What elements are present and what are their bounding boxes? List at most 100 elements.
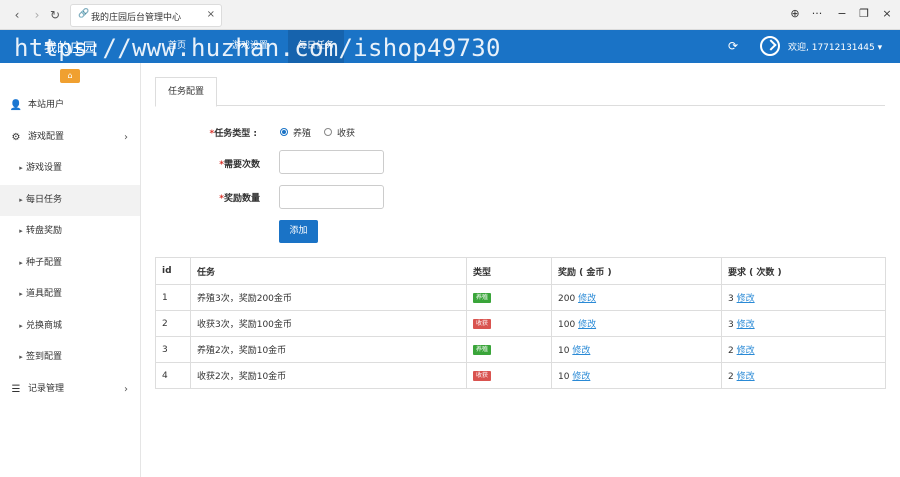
link-icon: 🔗 bbox=[78, 9, 90, 19]
sidebar-item-0[interactable]: 👤 本站用户 bbox=[0, 90, 140, 121]
sidebar: ⌂ 👤 本站用户 ⚙ 游戏配置 › ▸ 游戏设置 ▸ 每日任务 ▸ 转盘奖励 ▸ 种子配置 ▸ 道具配置 ▸ 兑… bbox=[0, 63, 141, 477]
sidebar-item-2[interactable]: ▸ 游戏设置 bbox=[0, 153, 140, 184]
radio-harvest-label: 收获 bbox=[337, 129, 356, 139]
table-header-row: id 任务 类型 奖励 ( 金币 ) 要求 ( 次数 ) bbox=[155, 257, 886, 285]
sidebar-item-label: 道具配置 bbox=[26, 289, 63, 299]
sidebar-item-4[interactable]: ▸ 转盘奖励 bbox=[0, 216, 140, 247]
radio-breed[interactable] bbox=[280, 128, 288, 136]
type-badge: 养殖 bbox=[473, 345, 492, 355]
edit-require-link[interactable]: 修改 bbox=[737, 346, 755, 356]
restore-icon[interactable]: ❐ bbox=[857, 7, 871, 20]
sidebar-item-3[interactable]: ▸ 每日任务 bbox=[0, 184, 140, 216]
globe-icon[interactable]: ⊕ bbox=[788, 7, 802, 20]
cell-require: 2 修改 bbox=[721, 362, 886, 389]
require-value: 3 bbox=[728, 294, 734, 304]
reload-icon[interactable]: ↻ bbox=[48, 7, 62, 23]
add-button[interactable]: 添加 bbox=[279, 220, 318, 243]
nav-daily-tasks[interactable]: 每日任务 bbox=[288, 30, 345, 63]
close-window-icon[interactable]: × bbox=[880, 7, 894, 20]
cell-require: 3 修改 bbox=[721, 284, 886, 311]
chevron-right-icon: › bbox=[124, 131, 128, 143]
cell-id: 3 bbox=[155, 336, 191, 363]
tab-bar: 任务配置 bbox=[155, 76, 885, 107]
back-icon[interactable]: ‹ bbox=[10, 7, 24, 23]
sidebar-item-label: 种子配置 bbox=[26, 257, 63, 268]
col-id: id bbox=[155, 257, 191, 285]
edit-reward-link[interactable]: 修改 bbox=[578, 294, 596, 304]
col-type: 类型 bbox=[466, 257, 552, 285]
reward-value: 10 bbox=[558, 346, 570, 356]
nav-game-settings[interactable]: 游戏设置 bbox=[222, 30, 278, 63]
cell-reward: 10 修改 bbox=[551, 362, 722, 389]
col-require: 要求 ( 次数 ) bbox=[721, 257, 886, 285]
edit-reward-link[interactable]: 修改 bbox=[578, 320, 596, 330]
require-value: 3 bbox=[728, 320, 734, 330]
sidebar-item-8[interactable]: ▸ 签到配置 bbox=[0, 342, 140, 373]
task-table: id 任务 类型 奖励 ( 金币 ) 要求 ( 次数 ) 1 养殖3次，奖励200… bbox=[155, 257, 886, 389]
forward-icon[interactable]: › bbox=[30, 7, 44, 23]
col-reward: 奖励 ( 金币 ) bbox=[551, 257, 722, 285]
require-value: 2 bbox=[728, 372, 734, 382]
col-task: 任务 bbox=[190, 257, 467, 285]
reward-amount-label: *奖励数量 bbox=[219, 194, 260, 204]
cell-type: 养殖 bbox=[466, 284, 552, 311]
edit-reward-link[interactable]: 修改 bbox=[572, 372, 590, 382]
cell-task: 收获3次，奖励100金币 bbox=[190, 310, 467, 337]
cell-require: 3 修改 bbox=[721, 310, 886, 337]
table-row: 2 收获3次，奖励100金币 收获 100 修改 3 修改 bbox=[155, 310, 886, 337]
edit-require-link[interactable]: 修改 bbox=[737, 320, 755, 330]
cell-reward: 100 修改 bbox=[551, 310, 722, 337]
reward-value: 10 bbox=[558, 372, 570, 382]
cell-reward: 10 修改 bbox=[551, 336, 722, 363]
more-icon[interactable]: ··· bbox=[810, 7, 824, 20]
edit-require-link[interactable]: 修改 bbox=[737, 294, 755, 304]
tab-title: 我的庄园后台管理中心 bbox=[91, 13, 182, 23]
refresh-icon[interactable]: ⟳ bbox=[728, 39, 738, 53]
reward-amount-input[interactable] bbox=[279, 185, 384, 209]
table-row: 3 养殖2次，奖励10金币 养殖 10 修改 2 修改 bbox=[155, 336, 886, 363]
sidebar-item-label: 每日任务 bbox=[26, 194, 63, 205]
close-tab-icon[interactable]: × bbox=[207, 9, 215, 20]
user-avatar-icon[interactable] bbox=[760, 36, 780, 56]
tab-task-config[interactable]: 任务配置 bbox=[155, 77, 217, 107]
cell-id: 1 bbox=[155, 284, 191, 311]
browser-tab[interactable]: 🔗 我的庄园后台管理中心 × bbox=[70, 4, 222, 27]
sidebar-item-label: 记录管理 bbox=[28, 383, 65, 394]
cell-type: 收获 bbox=[466, 362, 552, 389]
list-icon: ☰ bbox=[11, 383, 21, 395]
type-badge: 养殖 bbox=[473, 293, 492, 303]
require-value: 2 bbox=[728, 346, 734, 356]
nav-home[interactable]: 首页 bbox=[158, 30, 196, 63]
required-count-input[interactable] bbox=[279, 150, 384, 174]
cell-id: 2 bbox=[155, 310, 191, 337]
cell-reward: 200 修改 bbox=[551, 284, 722, 311]
brand-title[interactable]: 我的庄园 bbox=[44, 37, 96, 56]
sidebar-item-label: 兑换商城 bbox=[26, 320, 63, 331]
task-type-label: *任务类型 : bbox=[209, 129, 257, 139]
radio-harvest[interactable] bbox=[324, 128, 332, 136]
cell-task: 养殖3次，奖励200金币 bbox=[190, 284, 467, 311]
type-badge: 收获 bbox=[473, 319, 492, 329]
sidebar-item-7[interactable]: ▸ 兑换商城 bbox=[0, 311, 140, 342]
cell-type: 收获 bbox=[466, 310, 552, 337]
app-header: 我的庄园 首页 游戏设置 每日任务 ⟳ 欢迎, 17712131445 ▾ bbox=[0, 30, 900, 63]
welcome-user-menu[interactable]: 欢迎, 17712131445 ▾ bbox=[788, 40, 882, 53]
browser-chrome: ‹ › ↻ 🔗 我的庄园后台管理中心 × ⊕ ··· − ❐ × bbox=[0, 0, 900, 30]
minimize-icon[interactable]: − bbox=[835, 7, 849, 20]
home-toggle-icon[interactable]: ⌂ bbox=[60, 69, 80, 83]
cell-id: 4 bbox=[155, 362, 191, 389]
cell-task: 养殖2次，奖励10金币 bbox=[190, 336, 467, 363]
table-row: 4 收获2次，奖励10金币 收获 10 修改 2 修改 bbox=[155, 362, 886, 389]
sidebar-item-1[interactable]: ⚙ 游戏配置 › bbox=[0, 122, 140, 153]
sidebar-item-label: 游戏设置 bbox=[26, 163, 63, 173]
cell-type: 养殖 bbox=[466, 336, 552, 363]
edit-require-link[interactable]: 修改 bbox=[737, 372, 755, 382]
type-badge: 收获 bbox=[473, 371, 492, 381]
cell-require: 2 修改 bbox=[721, 336, 886, 363]
table-row: 1 养殖3次，奖励200金币 养殖 200 修改 3 修改 bbox=[155, 284, 886, 311]
sidebar-item-9[interactable]: ☰ 记录管理 › bbox=[0, 374, 140, 405]
sidebar-item-5[interactable]: ▸ 种子配置 bbox=[0, 248, 140, 279]
sidebar-item-label: 转盘奖励 bbox=[26, 226, 63, 236]
edit-reward-link[interactable]: 修改 bbox=[572, 346, 590, 356]
sidebar-item-6[interactable]: ▸ 道具配置 bbox=[0, 279, 140, 310]
